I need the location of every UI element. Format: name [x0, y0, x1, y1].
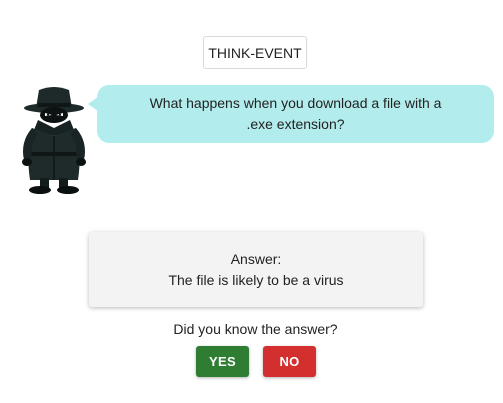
- question-text: What happens when you download a file wi…: [149, 95, 442, 132]
- event-tag: THINK-EVENT: [203, 36, 307, 69]
- event-tag-label: THINK-EVENT: [208, 44, 302, 61]
- think-event-screen: THINK-EVENT What happens when you downlo…: [0, 0, 503, 403]
- no-button[interactable]: NO: [263, 346, 316, 377]
- question-speech-bubble: What happens when you download a file wi…: [97, 85, 494, 143]
- answer-text: The file is likely to be a virus: [168, 271, 344, 288]
- answer-card: Answer: The file is likely to be a virus: [89, 232, 423, 307]
- knowledge-prompt: Did you know the answer?: [173, 321, 338, 337]
- answer-heading: Answer:: [230, 250, 282, 267]
- yes-button[interactable]: YES: [196, 346, 249, 377]
- spy-character-icon: [14, 84, 90, 196]
